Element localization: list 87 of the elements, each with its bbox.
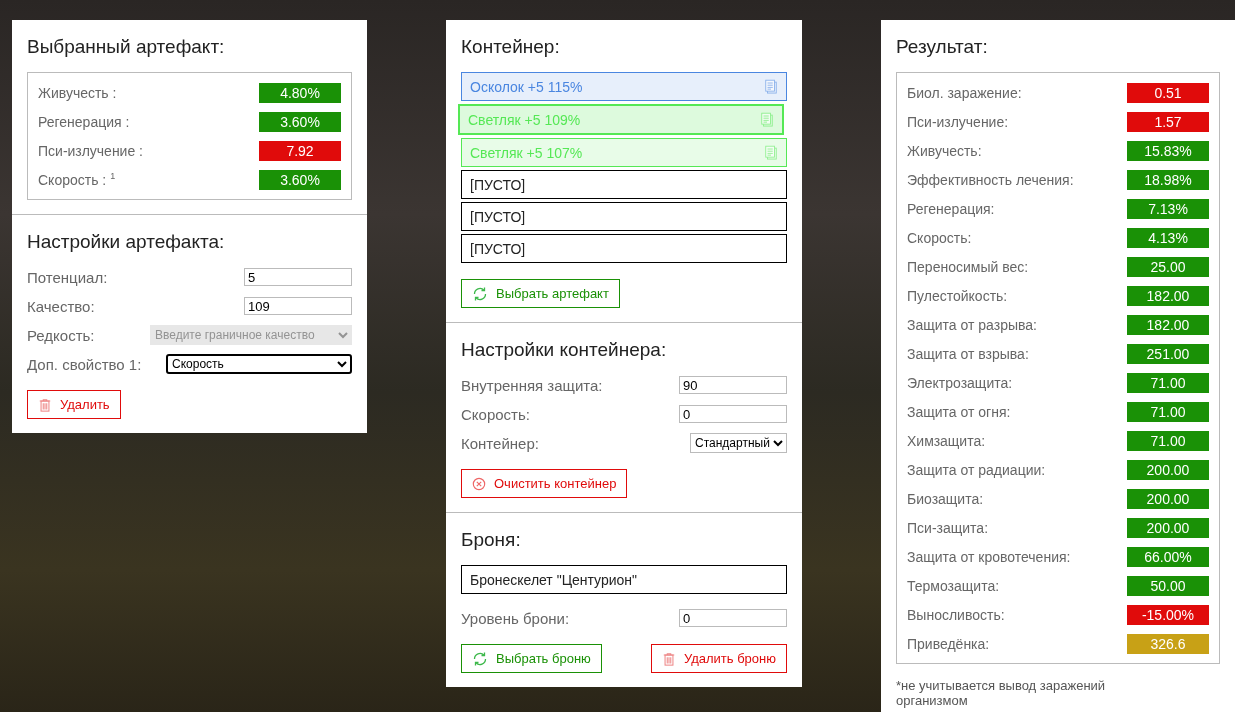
stat-label: Приведёнка:	[907, 635, 990, 652]
stat-value: 15.83%	[1127, 140, 1209, 161]
empty-slot[interactable]: [ПУСТО]	[461, 202, 787, 231]
stat-value: 71.00	[1127, 401, 1209, 422]
stat-value: 200.00	[1127, 517, 1209, 538]
stat-value: 25.00	[1127, 256, 1209, 277]
document-icon	[764, 144, 778, 161]
section-title: Результат:	[896, 36, 989, 58]
field-label: Скорость:	[461, 405, 530, 423]
document-icon	[764, 78, 778, 95]
input-field[interactable]: 0	[679, 609, 787, 627]
field-label: Качество:	[27, 297, 95, 315]
stat-value: 71.00	[1127, 372, 1209, 393]
stat-label: Биол. заражение:	[907, 84, 1022, 101]
stat-value: 3.60%	[259, 169, 341, 190]
stat-label: Живучесть :	[38, 84, 117, 101]
stat-value: 326.6	[1127, 633, 1209, 654]
stat-label: Пси-защита:	[907, 519, 989, 536]
stat-label: Защита от разрыва:	[907, 316, 1037, 333]
stat-label: Скорость : $^{1}$	[38, 171, 116, 188]
input-field[interactable]: 5	[244, 268, 352, 286]
stat-value: 251.00	[1127, 343, 1209, 364]
stat-label: Регенерация:	[907, 200, 995, 217]
footnote: *не учитывается вывод заражений организмом	[896, 678, 1107, 708]
choose-button[interactable]: Выбрать артефакт	[461, 279, 620, 308]
stat-label: Выносливость:	[907, 606, 1005, 623]
stat-label: Живучесть:	[907, 142, 982, 159]
document-icon	[760, 111, 774, 128]
stat-label: Переносимый вес:	[907, 258, 1029, 275]
stat-label: Электрозащита:	[907, 374, 1013, 391]
stat-value: 7.92	[259, 140, 341, 161]
stat-value: -15.00%	[1127, 604, 1209, 625]
clear-button[interactable]: Очистить контейнер	[461, 469, 628, 498]
section-title: Настройки артефакта:	[27, 231, 226, 253]
input-field[interactable]: 109	[244, 297, 352, 315]
field-label: Контейнер:	[461, 434, 539, 452]
trash-icon	[661, 650, 676, 667]
empty-slot[interactable]: [ПУСТО]	[461, 170, 787, 199]
stat-value: 1.57	[1127, 111, 1209, 132]
input-field[interactable]: 90	[679, 376, 787, 394]
field-label: Доп. свойство 1:	[27, 355, 142, 373]
armor-name[interactable]: Бронескелет "Центурион"	[461, 565, 787, 594]
field-label: Уровень брони:	[461, 609, 570, 627]
stat-value: 182.00	[1127, 314, 1209, 335]
stat-label: Эффективность лечения:	[907, 171, 1074, 188]
field-label: Потенциал:	[27, 268, 108, 286]
empty-slot[interactable]: [ПУСТО]	[461, 234, 787, 263]
stat-label: Пси-излучение:	[907, 113, 1009, 130]
stat-value: 18.98%	[1127, 169, 1209, 190]
stat-label: Биозащита:	[907, 490, 984, 507]
stat-label: Защита от кровотечения:	[907, 548, 1071, 565]
stat-label: Химзащита:	[907, 432, 986, 449]
stat-label: Скорость:	[907, 229, 972, 246]
input-field[interactable]: 0	[679, 405, 787, 423]
stat-value: 66.00%	[1127, 546, 1209, 567]
stat-value: 4.80%	[259, 82, 341, 103]
section-title: Настройки контейнера:	[461, 339, 668, 361]
stat-label: Пулестойкость:	[907, 287, 1008, 304]
dropdown[interactable]: Скорость	[166, 354, 352, 374]
stat-label: Защита от огня:	[907, 403, 1011, 420]
stat-value: 4.13%	[1127, 227, 1209, 248]
clear-circle-icon	[472, 476, 486, 491]
stat-value: 182.00	[1127, 285, 1209, 306]
stat-label: Регенерация :	[38, 113, 130, 130]
stat-value: 50.00	[1127, 575, 1209, 596]
field-label: Внутренняя защита:	[461, 376, 603, 394]
stat-value: 200.00	[1127, 459, 1209, 480]
stat-value: 7.13%	[1127, 198, 1209, 219]
stat-label: Пси-излучение :	[38, 142, 143, 159]
dropdown[interactable]: Стандартный	[690, 433, 787, 453]
stat-label: Защита от радиации:	[907, 461, 1046, 478]
field-label: Редкость:	[27, 326, 95, 344]
refresh-icon	[472, 285, 488, 302]
section-title: Выбранный артефакт:	[27, 36, 226, 58]
choose-button[interactable]: Выбрать броню	[461, 644, 602, 673]
trash-icon	[38, 396, 52, 413]
refresh-icon	[472, 650, 488, 667]
delete-button[interactable]: Удалить	[27, 390, 121, 419]
stat-label: Защита от взрыва:	[907, 345, 1029, 362]
stat-label: Термозащита:	[907, 577, 1000, 594]
section-title: Броня:	[461, 529, 522, 551]
delete-button[interactable]: Удалить броню	[650, 644, 787, 673]
stat-value: 0.51	[1127, 82, 1209, 103]
stat-value: 3.60%	[259, 111, 341, 132]
stat-value: 71.00	[1127, 430, 1209, 451]
stat-value: 200.00	[1127, 488, 1209, 509]
section-title: Контейнер:	[461, 36, 561, 58]
